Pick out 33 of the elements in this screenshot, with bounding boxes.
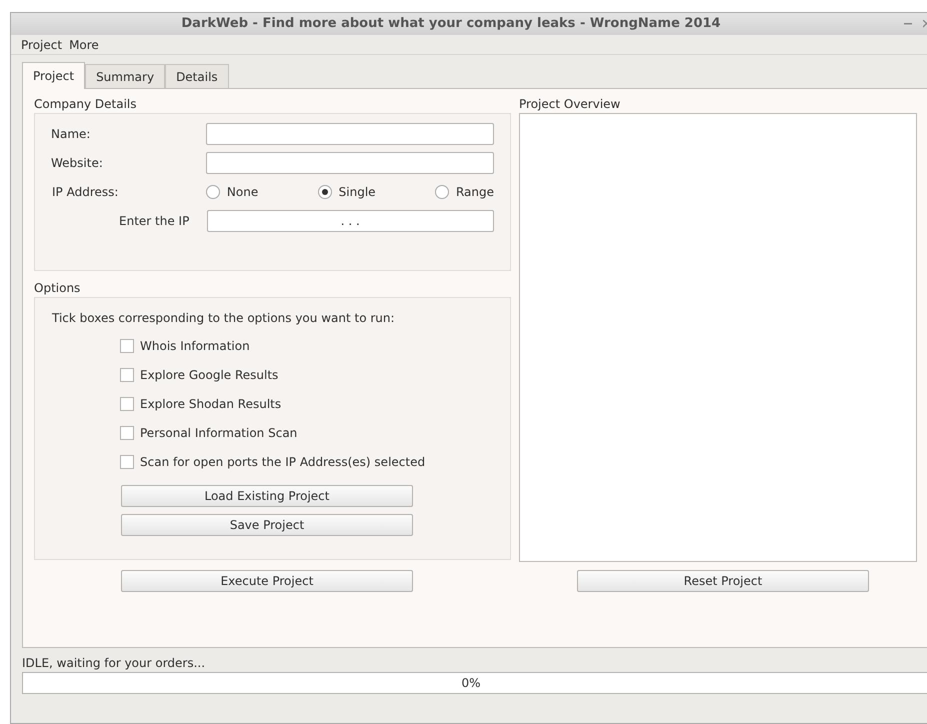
menu-item[interactable]: Project xyxy=(21,36,62,54)
tab[interactable]: Project xyxy=(22,62,86,89)
tab[interactable]: Summary xyxy=(85,64,166,88)
button[interactable]: Reset Project xyxy=(577,570,869,592)
close-icon[interactable] xyxy=(923,20,927,28)
section-title: Options xyxy=(34,280,82,297)
section-title: Company Details xyxy=(34,96,138,113)
checkbox[interactable]: Explore Google Results xyxy=(120,365,278,385)
field-label: Website: xyxy=(51,155,104,172)
checkbox[interactable]: Personal Information Scan xyxy=(120,423,298,443)
tab[interactable]: Details xyxy=(165,64,229,88)
checkbox[interactable]: Whois Information xyxy=(120,336,250,356)
input-field[interactable] xyxy=(206,152,494,174)
field-label: Enter the IP xyxy=(118,213,190,230)
field-label: IP Address: xyxy=(51,184,120,201)
checkbox[interactable]: Explore Shodan Results xyxy=(120,394,282,414)
radio-button[interactable]: None xyxy=(206,183,258,201)
input-field[interactable] xyxy=(206,123,494,145)
window-title: DarkWeb - Find more about what your company leaks - WrongName 2014 xyxy=(180,15,722,34)
minimize-icon[interactable] xyxy=(904,23,912,25)
field-label: Name: xyxy=(51,126,92,143)
radio-button[interactable]: Range xyxy=(434,183,494,201)
menu-item[interactable]: More xyxy=(69,36,99,54)
button[interactable]: Save Project xyxy=(121,514,413,536)
instruction-text: Tick boxes corresponding to the options you want to run: xyxy=(52,310,396,327)
ip-input-field[interactable]: . . . xyxy=(206,210,494,232)
status-text: IDLE, waiting for your orders... xyxy=(22,655,206,672)
button[interactable]: Load Existing Project xyxy=(121,485,413,507)
checkbox[interactable]: Scan for open ports the IP Address(es) selected xyxy=(120,452,426,472)
button[interactable]: Execute Project xyxy=(121,570,413,592)
section-title: Project Overview xyxy=(519,96,622,113)
progress-reading: 0% xyxy=(461,675,481,692)
radio-button[interactable]: Single xyxy=(318,183,376,201)
